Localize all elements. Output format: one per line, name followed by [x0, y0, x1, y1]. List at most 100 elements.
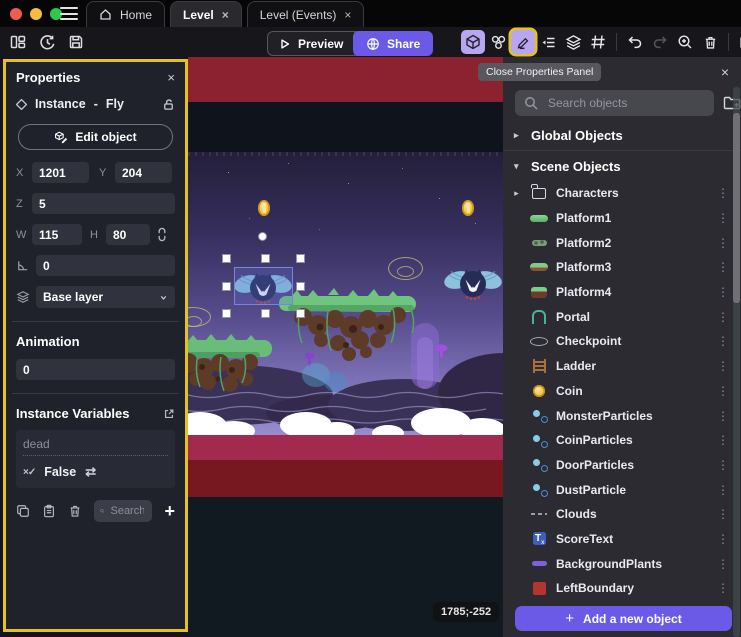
- object-list-item[interactable]: Checkpoint: [503, 329, 741, 354]
- object-list-item[interactable]: DustParticle: [503, 477, 741, 502]
- section-label: Global Objects: [531, 128, 623, 143]
- close-tab-icon[interactable]: [222, 9, 229, 21]
- section-scene-objects[interactable]: Scene Objects: [503, 151, 741, 181]
- share-button[interactable]: Share: [353, 31, 433, 56]
- section-global-objects[interactable]: Global Objects: [503, 120, 741, 151]
- object-list-item[interactable]: DoorParticles: [503, 453, 741, 478]
- objects-search-input[interactable]: [546, 95, 705, 111]
- toggle-value-icon[interactable]: [85, 464, 96, 480]
- open-variables-editor-icon[interactable]: [163, 408, 175, 420]
- tab-home[interactable]: Home: [86, 1, 165, 27]
- save-icon[interactable]: [67, 33, 85, 51]
- variable-search[interactable]: [94, 500, 152, 522]
- tab-level-events[interactable]: Level (Events): [247, 1, 365, 27]
- section-label: Scene Objects: [531, 159, 621, 174]
- history-icon[interactable]: [38, 33, 56, 51]
- object-list-item[interactable]: Platform1: [503, 206, 741, 231]
- preview-button[interactable]: Preview: [268, 32, 354, 55]
- object-thumbnail-icon: [529, 457, 549, 473]
- object-list-item[interactable]: Platform4: [503, 280, 741, 305]
- grid-button[interactable]: [586, 30, 610, 54]
- delete-button[interactable]: [698, 30, 722, 54]
- object-label: LeftBoundary: [556, 581, 634, 595]
- tab-level[interactable]: Level: [170, 1, 242, 27]
- link-dimensions-icon[interactable]: [156, 227, 168, 242]
- caret-right-icon: [514, 130, 522, 141]
- object-label: Portal: [556, 310, 590, 324]
- object-groups-button[interactable]: [486, 30, 510, 54]
- close-tab-icon[interactable]: [344, 9, 351, 21]
- z-input[interactable]: [32, 193, 175, 214]
- layers-button[interactable]: [561, 30, 585, 54]
- object-list-item[interactable]: BackgroundPlants: [503, 551, 741, 576]
- bottom-boundary-band-dark: [188, 460, 503, 497]
- object-list-item[interactable]: Ladder: [503, 354, 741, 379]
- resize-handle-n[interactable]: [261, 254, 270, 263]
- layout-panels-icon[interactable]: [9, 33, 27, 51]
- edit-object-button[interactable]: Edit object: [18, 124, 173, 150]
- variable-row[interactable]: dead ×✓ False: [16, 430, 175, 488]
- tab-label: Level: [183, 8, 214, 22]
- resize-handle-w[interactable]: [222, 282, 231, 291]
- close-properties-icon[interactable]: [167, 70, 175, 85]
- edit-properties-button[interactable]: [511, 30, 535, 54]
- object-list-item[interactable]: CoinParticles: [503, 428, 741, 453]
- selection-rectangle[interactable]: [234, 267, 293, 305]
- scrollbar-thumb[interactable]: [733, 113, 740, 303]
- object-list-item[interactable]: Characters: [503, 181, 741, 206]
- cursor-coordinates-badge: 1785;-252: [433, 602, 499, 622]
- resize-handle-se[interactable]: [296, 309, 305, 318]
- redo-button[interactable]: [648, 30, 672, 54]
- object-label: DoorParticles: [556, 458, 634, 472]
- delete-variable-icon[interactable]: [68, 504, 82, 518]
- resize-handle-ne[interactable]: [296, 254, 305, 263]
- object-list-item[interactable]: Platform3: [503, 255, 741, 280]
- close-objects-panel-icon[interactable]: [721, 64, 729, 80]
- resize-handle-e[interactable]: [296, 282, 305, 291]
- view-3d-button[interactable]: [461, 30, 485, 54]
- minimize-window-button[interactable]: [30, 8, 42, 20]
- objects-search[interactable]: [515, 90, 714, 116]
- object-label: MonsterParticles: [556, 409, 653, 423]
- fly-instance[interactable]: [444, 266, 502, 302]
- coin-sprite[interactable]: [462, 200, 474, 216]
- object-thumbnail-icon: [529, 210, 549, 226]
- close-window-button[interactable]: [10, 8, 22, 20]
- undo-button[interactable]: [623, 30, 647, 54]
- add-new-object-button[interactable]: Add a new object: [515, 606, 732, 631]
- instance-type-label: Instance: [35, 97, 86, 111]
- main-menu-icon[interactable]: [60, 7, 78, 20]
- object-list-item[interactable]: Platform2: [503, 230, 741, 255]
- editor-tabs: Home Level Level (Events): [86, 1, 364, 27]
- height-input[interactable]: [106, 224, 150, 245]
- object-list-item[interactable]: Coin: [503, 379, 741, 404]
- y-input[interactable]: [115, 162, 172, 183]
- zoom-in-button[interactable]: [673, 30, 697, 54]
- resize-handle-sw[interactable]: [222, 309, 231, 318]
- coin-sprite[interactable]: [258, 200, 270, 216]
- object-list-item[interactable]: Portal: [503, 304, 741, 329]
- resize-handle-s[interactable]: [261, 309, 270, 318]
- add-variable-button[interactable]: [164, 502, 175, 520]
- scene-notes-button[interactable]: [735, 30, 741, 54]
- object-list-item[interactable]: Clouds: [503, 502, 741, 527]
- copy-icon[interactable]: [16, 504, 30, 518]
- resize-handle-nw[interactable]: [222, 254, 231, 263]
- scene-editor-canvas[interactable]: 1785;-252: [188, 57, 503, 637]
- layer-select[interactable]: Base layer: [36, 286, 175, 308]
- objects-panel: Objects Global Objects Scene Objects Cha…: [503, 57, 741, 637]
- checkpoint-outline[interactable]: [388, 257, 423, 280]
- variable-search-input[interactable]: [108, 504, 146, 518]
- animation-input[interactable]: [16, 359, 175, 380]
- rotation-handle[interactable]: [258, 232, 267, 241]
- object-list-item[interactable]: LeftBoundary: [503, 576, 741, 601]
- instances-list-button[interactable]: [536, 30, 560, 54]
- width-input[interactable]: [32, 224, 82, 245]
- edit-object-label: Edit object: [75, 130, 136, 144]
- object-list-item[interactable]: MonsterParticles: [503, 403, 741, 428]
- object-list-item[interactable]: ScoreText: [503, 527, 741, 552]
- angle-input[interactable]: [36, 255, 175, 276]
- x-input[interactable]: [32, 162, 89, 183]
- unlock-icon[interactable]: [162, 98, 175, 111]
- paste-icon[interactable]: [42, 504, 56, 518]
